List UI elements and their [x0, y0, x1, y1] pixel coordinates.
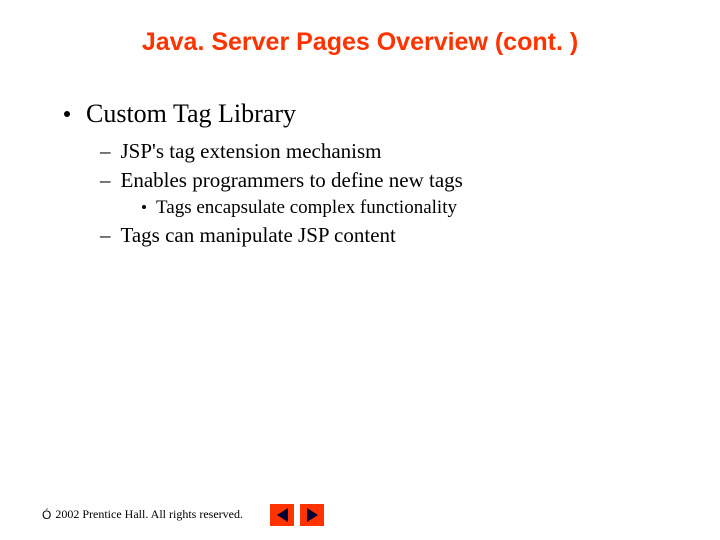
bullet-l2a-text: JSP's tag extension mechanism [121, 139, 382, 164]
bullet-level1: Custom Tag Library [64, 99, 720, 129]
bullet-level2: – JSP's tag extension mechanism [100, 139, 720, 164]
bullet-level2: – Tags can manipulate JSP content [100, 223, 720, 248]
bullet-l3a-text: Tags encapsulate complex functionality [156, 197, 457, 219]
bullet-dash-icon: – [100, 223, 111, 248]
bullet-dot-icon [64, 111, 70, 117]
footer-copyright: Ó 2002 Prentice Hall. All rights reserve… [42, 507, 243, 522]
bullet-l2c-text: Tags can manipulate JSP content [121, 223, 396, 248]
slide-content: Custom Tag Library – JSP's tag extension… [0, 77, 720, 248]
bullet-l1-text: Custom Tag Library [86, 99, 296, 129]
next-button[interactable] [300, 504, 324, 526]
bullet-l2b-text: Enables programmers to define new tags [121, 168, 463, 193]
bullet-level2: – Enables programmers to define new tags [100, 168, 720, 193]
nav-buttons [270, 504, 324, 526]
slide-title: Java. Server Pages Overview (cont. ) [0, 0, 720, 77]
prev-button[interactable] [270, 504, 294, 526]
bullet-level3: Tags encapsulate complex functionality [142, 197, 720, 219]
bullet-dot-small-icon [142, 205, 146, 209]
footer-text: 2002 Prentice Hall. All rights reserved. [55, 507, 243, 522]
triangle-right-icon [307, 508, 318, 522]
copyright-icon: Ó [42, 508, 51, 522]
bullet-dash-icon: – [100, 139, 111, 164]
triangle-left-icon [277, 508, 288, 522]
bullet-dash-icon: – [100, 168, 111, 193]
